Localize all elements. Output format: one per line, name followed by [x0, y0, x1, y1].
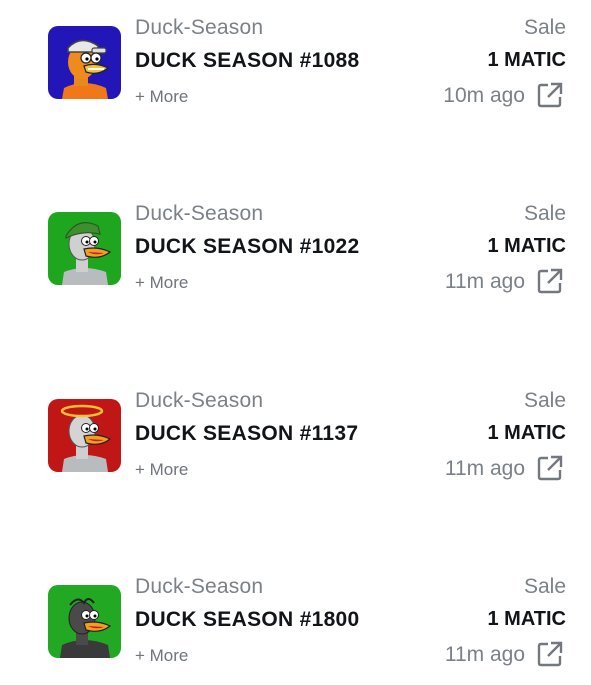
nft-title[interactable]: DUCK SEASON #1800: [135, 608, 360, 632]
more-button[interactable]: + More: [135, 273, 188, 293]
more-button[interactable]: + More: [135, 460, 188, 480]
nft-title[interactable]: DUCK SEASON #1022: [135, 235, 360, 259]
nft-thumbnail[interactable]: [48, 212, 121, 285]
nft-title[interactable]: DUCK SEASON #1137: [135, 422, 358, 446]
external-link-icon[interactable]: [536, 267, 564, 295]
more-button[interactable]: + More: [135, 87, 188, 107]
activity-row[interactable]: Duck-Season DUCK SEASON #1137 + More Sal…: [0, 389, 591, 499]
duck-avatar-image: [48, 399, 121, 472]
event-type: Sale: [523, 202, 566, 225]
sale-price: 1 MATIC: [487, 49, 566, 71]
external-link-icon[interactable]: [536, 454, 564, 482]
external-link-icon[interactable]: [536, 640, 564, 668]
time-ago: 10m ago: [443, 84, 525, 107]
duck-avatar-image: [48, 585, 121, 658]
duck-avatar-image: [48, 26, 121, 99]
sale-price: 1 MATIC: [487, 422, 566, 444]
nft-thumbnail[interactable]: [48, 399, 121, 472]
duck-avatar-image: [48, 212, 121, 285]
nft-title[interactable]: DUCK SEASON #1088: [135, 49, 360, 73]
collection-name[interactable]: Duck-Season: [135, 575, 263, 599]
collection-name[interactable]: Duck-Season: [135, 16, 263, 40]
nft-thumbnail[interactable]: [48, 26, 121, 99]
event-type: Sale: [523, 575, 566, 598]
collection-name[interactable]: Duck-Season: [135, 389, 263, 413]
nft-thumbnail[interactable]: [48, 585, 121, 658]
sale-price: 1 MATIC: [487, 235, 566, 257]
event-type: Sale: [523, 389, 566, 412]
more-button[interactable]: + More: [135, 646, 188, 666]
time-ago: 11m ago: [444, 270, 525, 293]
external-link-icon[interactable]: [536, 81, 564, 109]
time-ago: 11m ago: [444, 643, 525, 666]
activity-row[interactable]: Duck-Season DUCK SEASON #1088 + More Sal…: [0, 16, 591, 126]
activity-row[interactable]: Duck-Season DUCK SEASON #1022 + More Sal…: [0, 202, 591, 312]
time-ago: 11m ago: [444, 457, 525, 480]
event-type: Sale: [523, 16, 566, 39]
activity-list: Duck-Season DUCK SEASON #1088 + More Sal…: [0, 0, 591, 680]
sale-price: 1 MATIC: [487, 608, 566, 630]
activity-row[interactable]: Duck-Season DUCK SEASON #1800 + More Sal…: [0, 575, 591, 685]
collection-name[interactable]: Duck-Season: [135, 202, 263, 226]
